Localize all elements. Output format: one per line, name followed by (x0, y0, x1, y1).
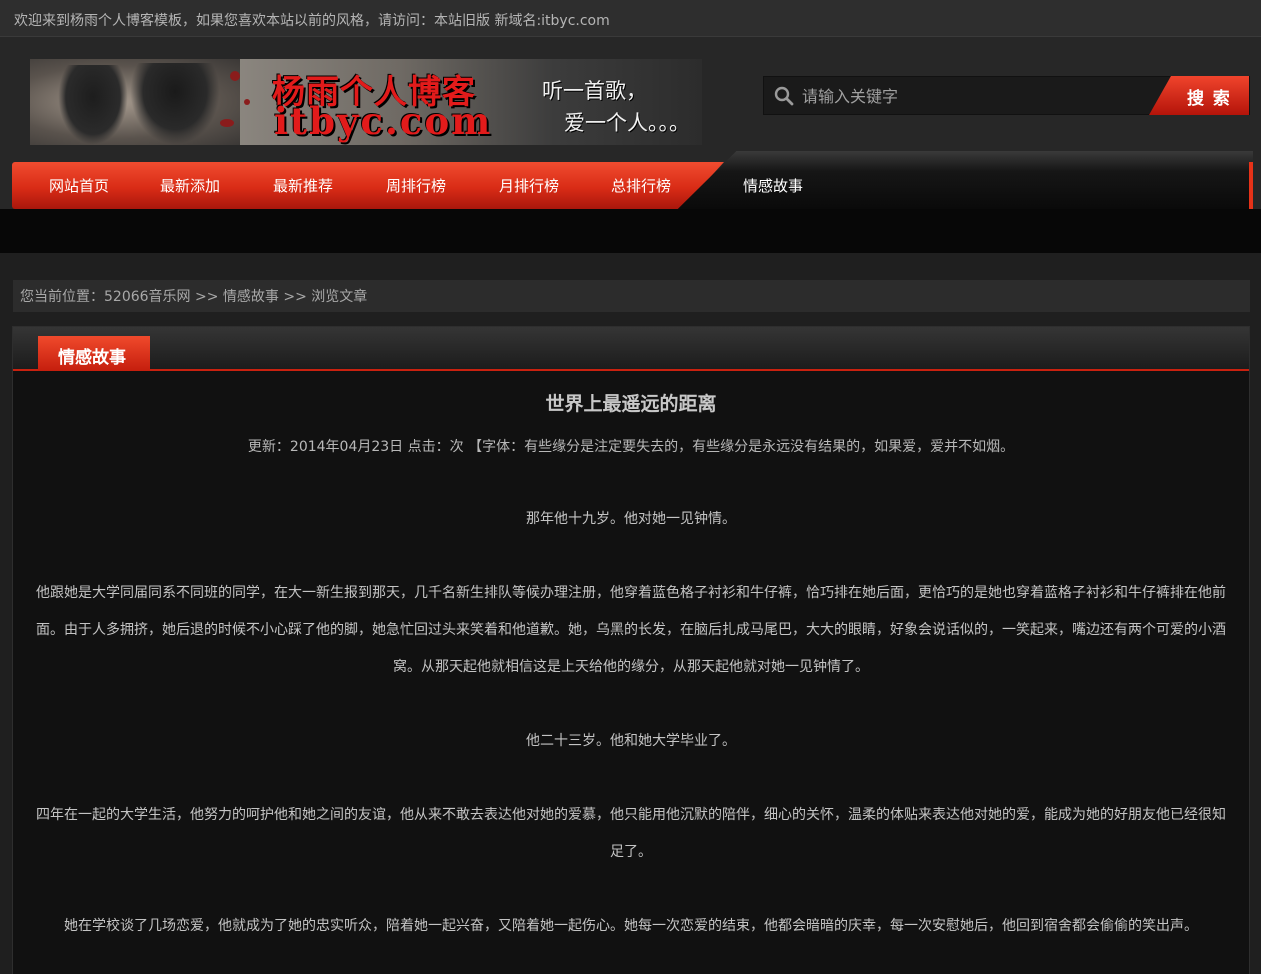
nav-item-monthly-ranking[interactable]: 月排行榜 (499, 175, 559, 196)
nav-right-accent (1249, 162, 1253, 209)
article-title: 世界上最遥远的距离 (545, 393, 717, 415)
search-bar: 搜 索 (763, 76, 1250, 115)
logo-splatter (230, 71, 240, 81)
article-paragraph: 他跟她是大学同届同系不同班的同学，在大一新生报到那天，几千名新生排队等候办理注册… (36, 585, 1226, 675)
welcome-text: 欢迎来到杨雨个人博客模板，如果您喜欢本站以前的风格，请访问：本站旧版 新域名:i… (14, 13, 610, 29)
search-input[interactable] (802, 83, 1142, 109)
nav-item-home[interactable]: 网站首页 (49, 175, 109, 196)
article-paragraph: 四年在一起的大学生活，他努力的呵护他和她之间的友谊，他从来不敢去表达他对她的爱慕… (36, 807, 1226, 860)
logo-splatter (220, 119, 234, 127)
logo-slogan-line1: 听一首歌， (542, 79, 647, 103)
logo-figure-boy (58, 65, 128, 145)
site-logo-banner[interactable]: 杨雨个人博客 itbyc.com 听一首歌， 爱一个人。。。 (30, 59, 702, 145)
main-nav: 网站首页 最新添加 最新推荐 周排行榜 月排行榜 总排行榜 情感故事 (12, 151, 1253, 209)
top-welcome-bar: 欢迎来到杨雨个人博客模板，如果您喜欢本站以前的风格，请访问：本站旧版 新域名:i… (0, 0, 1261, 37)
nav-item-love-stories[interactable]: 情感故事 (743, 175, 803, 196)
article-paragraph: 那年他十九岁。他对她一见钟情。 (526, 511, 736, 527)
search-button-label: 搜 索 (1187, 89, 1232, 108)
article-paragraph: 她在学校谈了几场恋爱，他就成为了她的忠实听众，陪着她一起兴奋，又陪着她一起伤心。… (64, 918, 1198, 934)
article-panel: 情感故事 世界上最遥远的距离 更新：2014年04月23日 点击：次 【字体：有… (12, 326, 1250, 974)
search-button[interactable]: 搜 索 (1149, 76, 1249, 115)
breadcrumb: 您当前位置：52066音乐网 >> 情感故事 >> 浏览文章 (13, 280, 1250, 312)
nav-item-latest-added[interactable]: 最新添加 (160, 175, 220, 196)
search-icon (774, 86, 794, 106)
panel-tab-label: 情感故事 (58, 348, 126, 368)
breadcrumb-text: 您当前位置：52066音乐网 >> 情感故事 >> 浏览文章 (20, 289, 368, 305)
article-meta: 更新：2014年04月23日 点击：次 【字体：有些缘分是注定要失去的，有些缘分… (247, 439, 1015, 455)
article-paragraph: 他二十三岁。他和她大学毕业了。 (526, 733, 736, 749)
panel-header: 情感故事 (13, 327, 1249, 371)
logo-splatter (244, 99, 250, 105)
logo-domain: itbyc.com (274, 99, 493, 143)
header-bottom-strip (0, 209, 1261, 253)
nav-item-latest-recommended[interactable]: 最新推荐 (273, 175, 333, 196)
nav-item-weekly-ranking[interactable]: 周排行榜 (386, 175, 446, 196)
logo-figure-girl (130, 63, 220, 145)
nav-item-total-ranking[interactable]: 总排行榜 (611, 175, 671, 196)
panel-tab[interactable]: 情感故事 (38, 336, 150, 371)
logo-slogan-line2: 爱一个人。。。 (564, 111, 690, 135)
site-header: 杨雨个人博客 itbyc.com 听一首歌， 爱一个人。。。 搜 索 网站首页 … (0, 37, 1261, 253)
